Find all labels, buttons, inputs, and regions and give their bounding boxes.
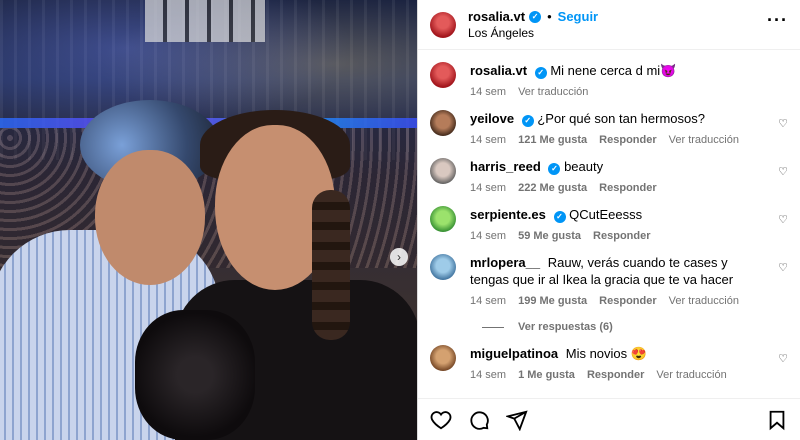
caption-username[interactable]: rosalia.vt	[470, 63, 527, 78]
follow-button[interactable]: Seguir	[558, 9, 598, 25]
comment-username[interactable]: harris_reed	[470, 159, 541, 174]
view-replies-button[interactable]: Ver respuestas (6)	[482, 321, 788, 333]
instagram-post-view: › rosalia.vt ✓ • Seguir Los Ángeles ···	[0, 0, 800, 440]
more-options-icon[interactable]: ···	[767, 10, 788, 39]
avatar[interactable]	[430, 62, 456, 88]
heart-icon[interactable]: ♡	[778, 352, 788, 365]
reply-button[interactable]: Responder	[599, 182, 656, 194]
comment-username[interactable]: serpiente.es	[470, 207, 546, 222]
translate-link[interactable]: Ver traducción	[669, 295, 739, 307]
avatar[interactable]	[430, 110, 456, 136]
post-location[interactable]: Los Ángeles	[468, 25, 767, 41]
comment-likes[interactable]: 199 Me gusta	[518, 295, 587, 307]
verified-badge-icon: ✓	[534, 66, 547, 79]
reply-button[interactable]: Responder	[587, 369, 644, 381]
caption-time[interactable]: 14 sem	[470, 86, 506, 98]
heart-icon[interactable]: ♡	[778, 213, 788, 226]
verified-badge-icon: ✓	[529, 10, 542, 23]
heart-icon[interactable]: ♡	[778, 165, 788, 178]
comment-username[interactable]: miguelpatinoa	[470, 346, 558, 361]
comment-item: serpiente.es ✓ QCutEeesss 14 sem 59 Me g…	[430, 194, 788, 242]
header-text: rosalia.vt ✓ • Seguir Los Ángeles	[468, 9, 767, 41]
verified-badge-icon: ✓	[548, 162, 561, 175]
view-replies-label[interactable]: Ver respuestas (6)	[518, 321, 613, 333]
reply-button[interactable]: Responder	[599, 295, 656, 307]
translate-link[interactable]: Ver traducción	[656, 369, 726, 381]
heart-icon[interactable]: ♡	[778, 261, 788, 274]
avatar[interactable]	[430, 254, 456, 280]
comments-list[interactable]: rosalia.vt ✓ Mi nene cerca d mi😈 14 sem …	[418, 50, 800, 398]
comment-username[interactable]: mrlopera__	[470, 255, 540, 270]
comment-item: mrlopera__ Rauw, verás cuando te cases y…	[430, 242, 788, 307]
comment-likes[interactable]: 59 Me gusta	[518, 230, 581, 242]
caption-text: Mi nene cerca d mi😈	[550, 63, 677, 78]
translate-link[interactable]: Ver traducción	[518, 86, 588, 98]
fur-coat	[135, 310, 255, 440]
verified-badge-icon: ✓	[521, 114, 534, 127]
comment-likes[interactable]: 222 Me gusta	[518, 182, 587, 194]
avatar[interactable]	[430, 158, 456, 184]
verified-badge-icon: ✓	[553, 210, 566, 223]
comment-time[interactable]: 14 sem	[470, 182, 506, 194]
comment-icon[interactable]	[468, 409, 490, 431]
action-bar	[418, 398, 800, 440]
comment-text: Mis novios 😍	[565, 346, 647, 361]
share-icon[interactable]	[506, 409, 528, 431]
comment-text: beauty	[564, 159, 604, 174]
comment-time[interactable]: 14 sem	[470, 230, 506, 242]
comment-likes[interactable]: 121 Me gusta	[518, 134, 587, 146]
avatar[interactable]	[430, 345, 456, 371]
comment-item: miguelpatinoa Mis novios 😍 14 sem 1 Me g…	[430, 333, 788, 381]
author-username[interactable]: rosalia.vt	[468, 9, 525, 25]
comment-time[interactable]: 14 sem	[470, 295, 506, 307]
reply-button[interactable]: Responder	[599, 134, 656, 146]
comment-text: QCutEeesss	[569, 207, 643, 222]
comment-likes[interactable]: 1 Me gusta	[518, 369, 575, 381]
heart-icon[interactable]	[430, 409, 452, 431]
replies-divider	[482, 326, 504, 328]
comment-text: ¿Por qué son tan hermosos?	[537, 111, 705, 126]
reply-button[interactable]: Responder	[593, 230, 650, 242]
separator-dot: •	[547, 8, 552, 24]
comment-username[interactable]: yeilove	[470, 111, 514, 126]
person-right-braid	[312, 190, 350, 340]
person-left-face	[95, 150, 205, 285]
post-photo[interactable]: ›	[0, 0, 417, 440]
comment-time[interactable]: 14 sem	[470, 134, 506, 146]
caption: rosalia.vt ✓ Mi nene cerca d mi😈 14 sem …	[430, 50, 788, 98]
avatar[interactable]	[430, 206, 456, 232]
comment-item: yeilove ✓ ¿Por qué son tan hermosos? 14 …	[430, 98, 788, 146]
comment-time[interactable]: 14 sem	[470, 369, 506, 381]
arena-banner	[145, 0, 265, 42]
bookmark-icon[interactable]	[766, 409, 788, 431]
translate-link[interactable]: Ver traducción	[669, 134, 739, 146]
comment-item: harris_reed ✓ beauty 14 sem 222 Me gusta…	[430, 146, 788, 194]
post-header: rosalia.vt ✓ • Seguir Los Ángeles ···	[418, 0, 800, 50]
chevron-right-icon[interactable]: ›	[390, 248, 408, 266]
post-details-panel: rosalia.vt ✓ • Seguir Los Ángeles ··· ro…	[417, 0, 800, 440]
avatar[interactable]	[430, 11, 456, 38]
heart-icon[interactable]: ♡	[778, 117, 788, 130]
